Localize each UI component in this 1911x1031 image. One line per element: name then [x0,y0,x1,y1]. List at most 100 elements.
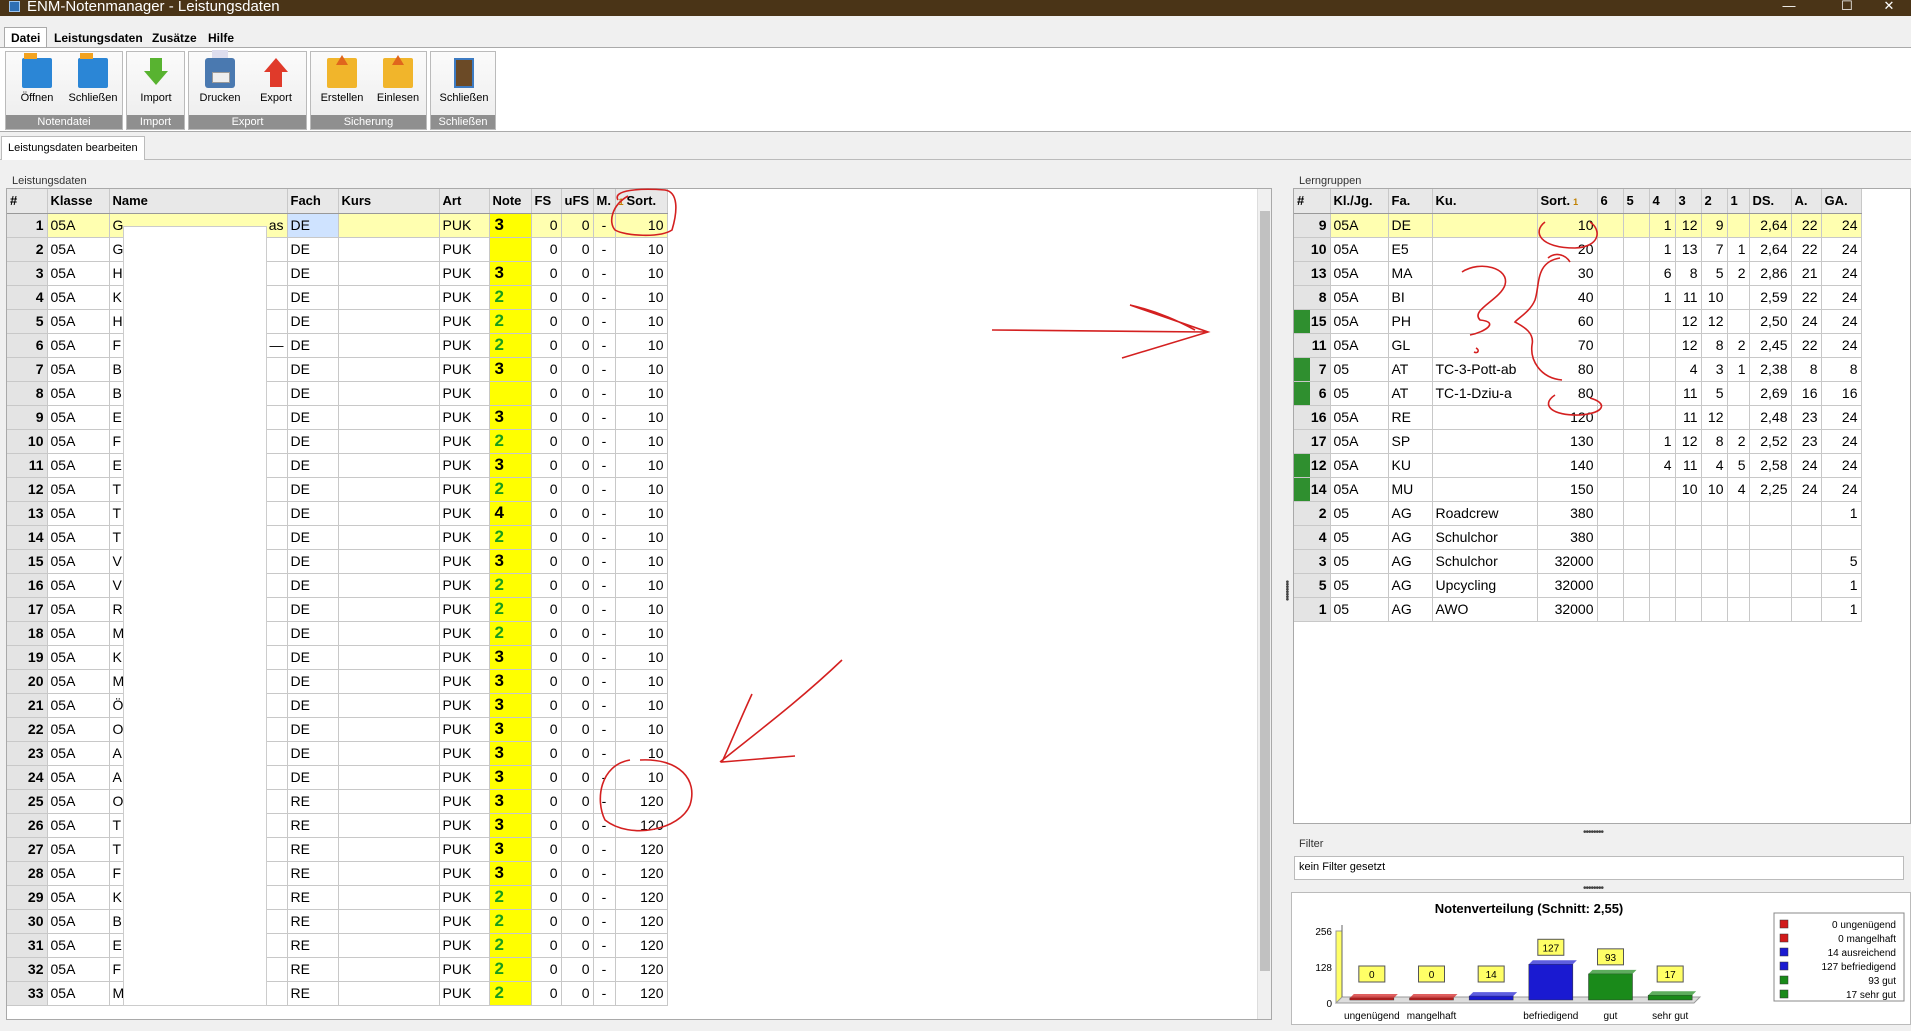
cell-m[interactable]: - [593,381,616,406]
lg-cell[interactable]: AG [1388,573,1433,598]
cell-fach[interactable]: DE [287,525,339,550]
cell-sort[interactable]: 10 [615,741,668,766]
cell-[interactable]: 3 [7,261,48,286]
cell-fach[interactable]: RE [287,813,339,838]
lg-cell[interactable]: 7 [1701,237,1728,262]
lerngruppe-row[interactable]: 16 05A RE 120 11 12 2,48 23 24 [1294,405,1862,430]
cell-sort[interactable]: 10 [615,549,668,574]
col-header-7[interactable]: FS [531,189,562,214]
lg-cell[interactable]: 05A [1330,309,1389,334]
lg-cell[interactable] [1649,333,1676,358]
cell-ufs[interactable]: 0 [561,381,594,406]
lg-cell[interactable] [1749,549,1792,574]
lg-cell[interactable]: 24 [1791,309,1822,334]
cell-m[interactable]: - [593,261,616,286]
table-row[interactable]: 7 05A B DE PUK 3 0 0-10 [7,357,668,382]
leistungsdaten-grid[interactable]: # Klasse Name Fach Kurs Art Note FS uFS M. 1 Sort. … [6,188,1272,1020]
cell-klasse[interactable]: 05A [47,669,110,694]
cell-fach[interactable]: DE [287,645,339,670]
lg-cell[interactable]: 4 [1701,453,1728,478]
lg-cell[interactable] [1649,549,1676,574]
lg-cell[interactable] [1675,573,1702,598]
cell-kurs[interactable] [338,837,440,862]
cell-fach[interactable]: RE [287,909,339,934]
lg-col-header-2[interactable]: Fa. [1388,189,1433,214]
cell-fs[interactable]: 0 [531,501,562,526]
lg-cell[interactable]: 4 [1727,477,1750,502]
cell-ufs[interactable]: 0 [561,717,594,742]
col-header-9[interactable]: M. [593,189,616,214]
lg-cell[interactable]: 5 [1821,549,1862,574]
cell-note[interactable]: 3 [489,861,532,886]
cell-klasse[interactable]: 05A [47,285,110,310]
cell-klasse[interactable]: 05A [47,597,110,622]
lg-cell[interactable]: 2,25 [1749,477,1792,502]
cell-fach[interactable]: DE [287,261,339,286]
cell-m[interactable]: - [593,741,616,766]
cell-fs[interactable]: 0 [531,837,562,862]
lg-cell[interactable]: 05 [1330,525,1389,550]
cell-kurs[interactable] [338,549,440,574]
cell-fach[interactable]: RE [287,789,339,814]
lg-cell[interactable]: 40 [1537,285,1598,310]
lg-cell[interactable]: 120 [1537,405,1598,430]
lg-cell[interactable] [1623,357,1650,382]
lg-cell[interactable] [1623,477,1650,502]
cell-note[interactable]: 2 [489,285,532,310]
lerngruppe-row[interactable]: 8 05A BI 40 1 11 10 2,59 22 24 [1294,285,1862,310]
lg-cell[interactable]: 1 [1727,237,1750,262]
lg-cell[interactable] [1623,549,1650,574]
cell-m[interactable]: - [593,549,616,574]
lg-cell[interactable]: 2,45 [1749,333,1792,358]
cell-m[interactable]: - [593,285,616,310]
open-button[interactable]: Öffnen [10,53,64,114]
lerngruppen-grid[interactable]: # Kl./Jg. Fa. Ku. Sort. 1 6 5 4 3 2 1 DS. A. GA. 9 05A D… [1293,188,1911,824]
lg-cell[interactable] [1432,453,1538,478]
lg-cell[interactable]: 05A [1330,213,1389,238]
cell-sort[interactable]: 10 [615,765,668,790]
lg-cell[interactable]: 150 [1537,477,1598,502]
cell-ufs[interactable]: 0 [561,525,594,550]
cell-m[interactable]: - [593,525,616,550]
cell-fs[interactable]: 0 [531,765,562,790]
lg-cell[interactable] [1649,477,1676,502]
lg-cell[interactable]: 8 [1821,357,1862,382]
lg-cell[interactable] [1623,213,1650,238]
cell-m[interactable]: - [593,693,616,718]
cell-fach[interactable]: DE [287,573,339,598]
cell-sort[interactable]: 10 [615,717,668,742]
col-header-3[interactable]: Fach [287,189,339,214]
lg-cell[interactable] [1597,285,1624,310]
cell-klasse[interactable]: 05A [47,909,110,934]
cell-sort[interactable]: 120 [615,957,668,982]
cell-klasse[interactable]: 05A [47,501,110,526]
cell-fach[interactable]: DE [287,309,339,334]
cell-art[interactable]: PUK [439,717,490,742]
vertical-splitter[interactable]: •••••••• [1281,580,1292,620]
cell-m[interactable]: - [593,933,616,958]
cell-kurs[interactable] [338,477,440,502]
cell-note[interactable]: 3 [489,669,532,694]
cell-kurs[interactable] [338,789,440,814]
cell-klasse[interactable]: 05A [47,981,110,1006]
lerngruppe-row[interactable]: 10 05A E5 20 1 13 7 1 2,64 22 24 [1294,237,1862,262]
cell-kurs[interactable] [338,573,440,598]
lg-cell[interactable] [1597,453,1624,478]
lg-cell[interactable]: 1 [1821,573,1862,598]
lg-cell[interactable]: 1 [1649,285,1676,310]
cell-sort[interactable]: 10 [615,693,668,718]
lg-col-header-10[interactable]: 1 [1727,189,1750,214]
lg-cell[interactable] [1675,597,1702,622]
table-row[interactable]: 28 05A F RE PUK 3 0 0-120 [7,861,668,886]
cell-[interactable]: 16 [7,573,48,598]
cell-note[interactable]: 3 [489,765,532,790]
lg-cell[interactable]: 380 [1537,525,1598,550]
lg-cell[interactable] [1821,525,1862,550]
cell-fach[interactable]: RE [287,885,339,910]
table-row[interactable]: 2 05A G DE PUK 0 0-10 [7,237,668,262]
backup-restore-button[interactable]: Einlesen [371,55,425,114]
cell-sort[interactable]: 10 [615,213,668,238]
lg-cell[interactable]: 11 [1294,333,1331,358]
lg-cell[interactable]: 22 [1791,333,1822,358]
cell-fach[interactable]: DE [287,693,339,718]
